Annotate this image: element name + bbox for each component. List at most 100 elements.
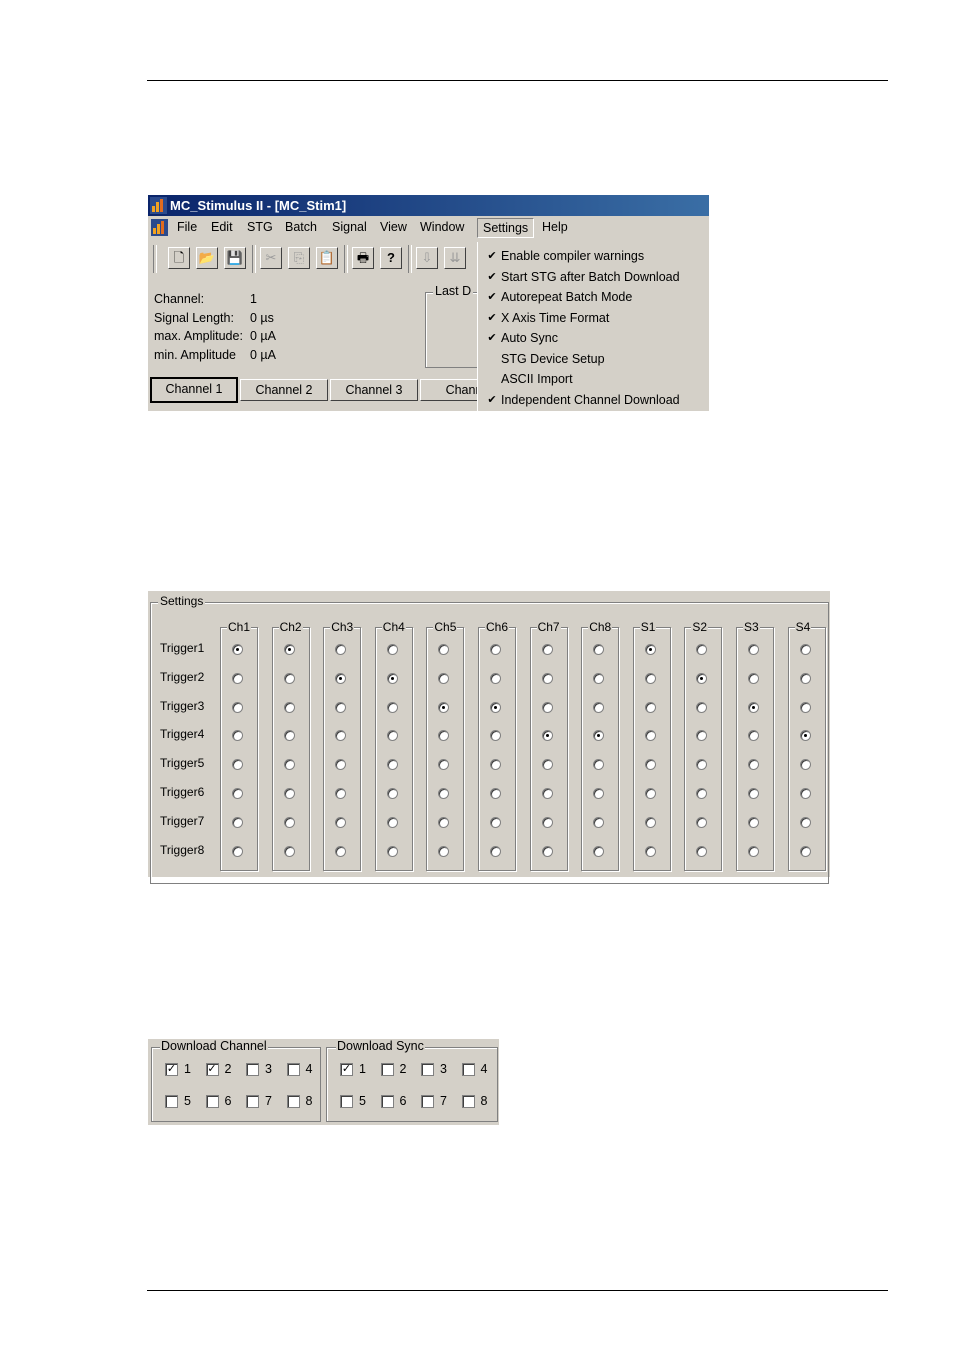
checkbox-sync-5[interactable] — [340, 1095, 353, 1108]
radio-ch2-trigger6[interactable] — [283, 788, 295, 799]
radio-ch7-trigger8[interactable] — [541, 845, 553, 857]
paste-button[interactable]: 📋 — [316, 247, 338, 269]
radio-s4-trigger7[interactable] — [799, 816, 811, 828]
radio-ch1-trigger3[interactable] — [232, 701, 243, 713]
checkbox-channel-2[interactable]: ✓ — [205, 1063, 219, 1076]
radio-ch7-trigger7[interactable] — [541, 816, 553, 828]
tab-channel-3[interactable]: Channel 3 — [330, 379, 418, 401]
radio-ch2-trigger8[interactable] — [283, 845, 295, 857]
checkbox-sync-3[interactable] — [421, 1063, 434, 1076]
save-button[interactable]: 💾 — [224, 247, 246, 269]
radio-s1-trigger2[interactable] — [644, 672, 656, 684]
radio-s4-trigger8[interactable] — [799, 845, 811, 857]
checkbox-sync-7[interactable] — [421, 1095, 434, 1108]
radio-ch7-trigger2[interactable] — [541, 672, 553, 684]
radio-ch3-trigger3[interactable] — [335, 701, 347, 713]
radio-s2-trigger3[interactable] — [696, 701, 708, 713]
radio-ch4-trigger6[interactable] — [386, 788, 398, 799]
menu-item-independent-channel-download[interactable]: ✔ Independent Channel Download — [478, 390, 709, 410]
radio-ch5-trigger8[interactable] — [438, 845, 450, 857]
menu-view[interactable]: View — [380, 220, 407, 234]
radio-s4-trigger2[interactable] — [799, 672, 811, 684]
radio-ch2-trigger1[interactable] — [283, 644, 295, 655]
cut-button[interactable]: ✂ — [260, 247, 282, 269]
radio-s3-trigger8[interactable] — [748, 845, 759, 857]
radio-ch8-trigger8[interactable] — [593, 845, 605, 857]
checkbox-channel-5[interactable] — [165, 1095, 178, 1108]
radio-ch4-trigger8[interactable] — [386, 845, 398, 857]
radio-s3-trigger3[interactable] — [748, 701, 759, 713]
radio-ch7-trigger5[interactable] — [541, 759, 553, 771]
radio-s1-trigger3[interactable] — [644, 701, 656, 713]
radio-ch8-trigger7[interactable] — [593, 816, 605, 828]
radio-ch6-trigger6[interactable] — [490, 788, 501, 799]
checkbox-channel-4[interactable] — [286, 1063, 300, 1076]
radio-ch6-trigger8[interactable] — [490, 845, 501, 857]
radio-s1-trigger5[interactable] — [644, 759, 656, 771]
radio-s1-trigger6[interactable] — [644, 788, 656, 799]
radio-ch2-trigger4[interactable] — [283, 730, 295, 742]
radio-s1-trigger1[interactable] — [644, 644, 656, 655]
checkbox-channel-1[interactable]: ✓ — [165, 1063, 178, 1076]
radio-s2-trigger8[interactable] — [696, 845, 708, 857]
download-button[interactable]: ⇩ — [416, 247, 438, 269]
radio-s4-trigger3[interactable] — [799, 701, 811, 713]
radio-ch8-trigger3[interactable] — [593, 701, 605, 713]
copy-button[interactable]: ⎘ — [288, 247, 310, 269]
radio-ch6-trigger3[interactable] — [490, 701, 501, 713]
checkbox-channel-6[interactable] — [205, 1095, 219, 1108]
menu-item-enable-compiler-warnings[interactable]: ✔ Enable compiler warnings — [478, 246, 709, 266]
radio-ch1-trigger8[interactable] — [232, 845, 243, 857]
radio-ch3-trigger7[interactable] — [335, 816, 347, 828]
checkbox-sync-8[interactable] — [461, 1095, 475, 1108]
radio-ch3-trigger8[interactable] — [335, 845, 347, 857]
menu-item-start-stg-after-batch-download[interactable]: ✔ Start STG after Batch Download — [478, 267, 709, 287]
radio-ch2-trigger5[interactable] — [283, 759, 295, 771]
radio-ch3-trigger2[interactable] — [335, 672, 347, 684]
radio-s3-trigger6[interactable] — [748, 788, 759, 799]
radio-ch1-trigger1[interactable] — [232, 644, 243, 655]
tab-channel-1[interactable]: Channel 1 — [150, 377, 238, 403]
radio-ch4-trigger2[interactable] — [386, 672, 398, 684]
checkbox-channel-8[interactable] — [286, 1095, 300, 1108]
help-button[interactable]: ? — [380, 247, 402, 269]
checkbox-sync-1[interactable]: ✓ — [340, 1063, 353, 1076]
download-all-button[interactable]: ⇊ — [444, 247, 466, 269]
radio-ch1-trigger6[interactable] — [232, 788, 243, 799]
radio-s3-trigger1[interactable] — [748, 644, 759, 655]
radio-s4-trigger6[interactable] — [799, 788, 811, 799]
radio-s1-trigger8[interactable] — [644, 845, 656, 857]
radio-ch1-trigger2[interactable] — [232, 672, 243, 684]
radio-s4-trigger1[interactable] — [799, 644, 811, 655]
radio-ch4-trigger3[interactable] — [386, 701, 398, 713]
checkbox-channel-3[interactable] — [246, 1063, 259, 1076]
radio-s4-trigger4[interactable] — [799, 730, 811, 742]
radio-ch7-trigger6[interactable] — [541, 788, 553, 799]
checkbox-sync-2[interactable] — [380, 1063, 394, 1076]
radio-ch6-trigger1[interactable] — [490, 644, 501, 655]
radio-ch2-trigger3[interactable] — [283, 701, 295, 713]
radio-ch7-trigger1[interactable] — [541, 644, 553, 655]
radio-ch8-trigger2[interactable] — [593, 672, 605, 684]
radio-ch4-trigger5[interactable] — [386, 759, 398, 771]
radio-ch2-trigger2[interactable] — [283, 672, 295, 684]
menu-settings[interactable]: Settings — [477, 218, 535, 238]
menu-help[interactable]: Help — [542, 220, 568, 234]
radio-s3-trigger2[interactable] — [748, 672, 759, 684]
menu-stg[interactable]: STG — [247, 220, 273, 234]
radio-s1-trigger7[interactable] — [644, 816, 656, 828]
menu-file[interactable]: File — [177, 220, 197, 234]
radio-s4-trigger5[interactable] — [799, 759, 811, 771]
radio-ch1-trigger7[interactable] — [232, 816, 243, 828]
checkbox-channel-7[interactable] — [246, 1095, 259, 1108]
radio-ch4-trigger7[interactable] — [386, 816, 398, 828]
menu-signal[interactable]: Signal — [332, 220, 367, 234]
menu-item-stg-device-setup[interactable]: STG Device Setup — [478, 349, 709, 369]
menu-item-autorepeat-batch-mode[interactable]: ✔ Autorepeat Batch Mode — [478, 287, 709, 307]
menu-item-auto-sync[interactable]: ✔ Auto Sync — [478, 328, 709, 348]
radio-ch7-trigger3[interactable] — [541, 701, 553, 713]
radio-ch7-trigger4[interactable] — [541, 730, 553, 742]
radio-ch6-trigger2[interactable] — [490, 672, 501, 684]
menu-item-x-axis-time-format[interactable]: ✔ X Axis Time Format — [478, 308, 709, 328]
open-folder-button[interactable]: 📂 — [196, 247, 218, 269]
